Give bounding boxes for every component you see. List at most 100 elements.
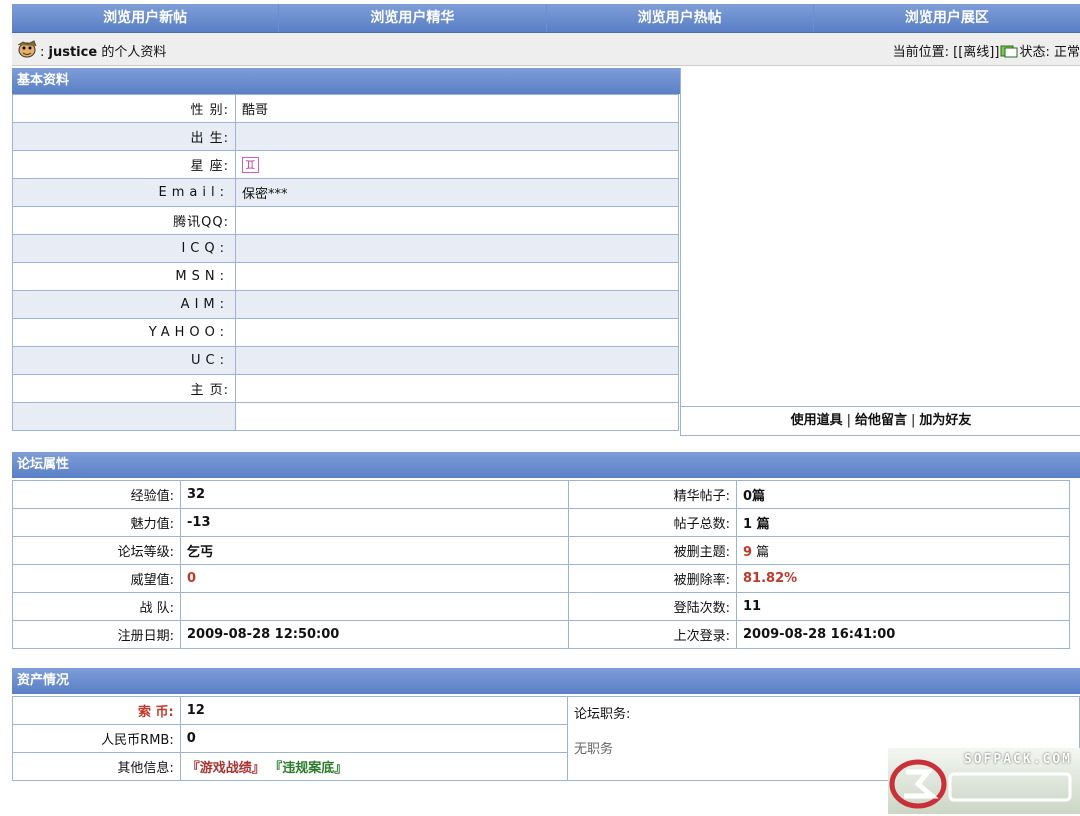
value-uc xyxy=(235,346,679,375)
label-last-login: 上次登录: xyxy=(568,620,737,649)
forum-row: 威望值: 0 被删除率: 81.82% xyxy=(12,564,1070,593)
row-blank xyxy=(12,402,679,431)
label-gender: 性 别: xyxy=(12,94,236,123)
watermark-text: SOFPACK.COM xyxy=(963,752,1072,767)
forum-row: 魅力值: -13 帖子总数: 1 篇 xyxy=(12,508,1070,537)
value-deletion-rate: 81.82% xyxy=(736,564,1070,593)
leave-message-link[interactable]: 给他留言 xyxy=(855,413,907,428)
label-deleted-topics: 被删主题: xyxy=(568,536,737,565)
label-team: 战 队: xyxy=(12,592,181,621)
label-deletion-rate: 被删除率: xyxy=(568,564,737,593)
gemini-icon: ♊ xyxy=(242,156,259,173)
avatar-panel xyxy=(680,68,1080,406)
label-zodiac: 星 座: xyxy=(12,150,236,179)
status-value: 正常 xyxy=(1053,45,1080,60)
status-icon xyxy=(1000,45,1018,58)
assets-title: 资产情况 xyxy=(12,668,1080,694)
use-item-link[interactable]: 使用道具 xyxy=(791,413,843,428)
label-other-info: 其他信息: xyxy=(12,752,181,781)
location-label: 当前位置: xyxy=(892,45,950,60)
label-yahoo: YAHOO: xyxy=(12,318,236,347)
add-friend-link[interactable]: 加为好友 xyxy=(919,413,971,428)
row-email: Email: 保密*** xyxy=(12,178,679,207)
row-icq: ICQ: xyxy=(12,234,679,263)
user-avatar-icon xyxy=(17,40,37,58)
value-icq xyxy=(235,234,679,263)
label-msn: MSN: xyxy=(12,262,236,291)
value-experience: 32 xyxy=(180,480,569,509)
label-forum-duty: 论坛职务: xyxy=(574,707,631,722)
value-qq xyxy=(235,206,679,235)
value-team xyxy=(180,592,569,621)
row-aim: AIM: xyxy=(12,290,679,319)
label-homepage: 主 页: xyxy=(12,374,236,403)
profile-title: : justice 的个人资料 xyxy=(40,45,167,60)
value-last-login: 2009-08-28 16:41:00 xyxy=(736,620,1070,649)
row-yahoo: YAHOO: xyxy=(12,318,679,347)
value-elite-posts: 0篇 xyxy=(736,480,1070,509)
top-nav: 浏览用户新帖 浏览用户精华 浏览用户热帖 浏览用户展区 xyxy=(12,4,1080,33)
value-forum-level: 乞丐 xyxy=(180,536,569,565)
row-gender: 性 别: 酷哥 xyxy=(12,94,679,123)
label-qq: 腾讯QQ: xyxy=(12,206,236,235)
profile-actions: 使用道具 | 给他留言 | 加为好友 xyxy=(680,406,1080,436)
row-msn: MSN: xyxy=(12,262,679,291)
value-msn xyxy=(235,262,679,291)
forum-row: 论坛等级: 乞丐 被删主题: 9 篇 xyxy=(12,536,1070,565)
label-email: Email: xyxy=(12,178,236,207)
label-charm: 魅力值: xyxy=(12,508,181,537)
label-forum-level: 论坛等级: xyxy=(12,536,181,565)
forum-attributes-title: 论坛属性 xyxy=(12,452,1080,478)
value-homepage xyxy=(235,374,679,403)
label-login-count: 登陆次数: xyxy=(568,592,737,621)
row-uc: UC: xyxy=(12,346,679,375)
value-gender: 酷哥 xyxy=(235,94,679,123)
basic-info-title: 基本资料 xyxy=(12,68,680,94)
label-total-posts: 帖子总数: xyxy=(568,508,737,537)
value-prestige: 0 xyxy=(180,564,569,593)
basic-info-table: 性 别: 酷哥 出 生: 星 座: ♊ Email: 保密*** 腾讯QQ: ICQ:… xyxy=(12,94,679,431)
row-birth: 出 生: xyxy=(12,122,679,151)
label-rmb: 人民币RMB: xyxy=(12,724,181,753)
value-deleted-topics: 9 篇 xyxy=(736,536,1070,565)
online-state: [[离线]] xyxy=(953,45,1000,60)
value-rmb: 0 xyxy=(179,724,569,753)
label-uc: UC: xyxy=(12,346,236,375)
nav-new-posts[interactable]: 浏览用户新帖 xyxy=(12,4,280,32)
row-zodiac: 星 座: ♊ xyxy=(12,150,679,179)
nav-gallery[interactable]: 浏览用户展区 xyxy=(814,4,1080,32)
value-login-count: 11 xyxy=(736,592,1070,621)
value-birth xyxy=(235,122,679,151)
row-qq: 腾讯QQ: xyxy=(12,206,679,235)
value-charm: -13 xyxy=(180,508,569,537)
asset-row-coin: 索 币: 12 论坛职务: 无职务 xyxy=(12,696,1080,781)
value-coin: 12 xyxy=(179,696,569,725)
value-register-date: 2009-08-28 12:50:00 xyxy=(180,620,569,649)
username[interactable]: justice xyxy=(49,45,98,60)
violation-record-link[interactable]: 『违规案底』 xyxy=(269,761,347,776)
game-record-link[interactable]: 『游戏战绩』 xyxy=(187,761,265,776)
label-register-date: 注册日期: xyxy=(12,620,181,649)
value-yahoo xyxy=(235,318,679,347)
profile-title-suffix: 的个人资料 xyxy=(101,45,167,60)
status-label: 状态: xyxy=(1019,45,1050,60)
label-aim: AIM: xyxy=(12,290,236,319)
sofpack-watermark: SOFPACK.COM xyxy=(888,748,1080,814)
label-elite-posts: 精华帖子: xyxy=(568,480,737,509)
location-status: 当前位置: [[离线]] 状态: 正常 xyxy=(893,41,1080,60)
label-icq: ICQ: xyxy=(12,234,236,263)
value-total-posts: 1 篇 xyxy=(736,508,1070,537)
nav-elite-posts[interactable]: 浏览用户精华 xyxy=(279,4,547,32)
label-birth: 出 生: xyxy=(12,122,236,151)
profile-bar: : justice 的个人资料 当前位置: [[离线]] 状态: 正常 xyxy=(12,33,1080,66)
nav-hot-posts[interactable]: 浏览用户热帖 xyxy=(547,4,814,32)
forum-attributes-table: 经验值: 32 精华帖子: 0篇 魅力值: -13 帖子总数: 1 篇 论坛等级: 乞丐 被删主… xyxy=(12,480,1070,649)
value-email: 保密*** xyxy=(235,178,679,207)
row-homepage: 主 页: xyxy=(12,374,679,403)
value-aim xyxy=(235,290,679,319)
label-coin: 索 币: xyxy=(138,705,174,720)
forum-row: 注册日期: 2009-08-28 12:50:00 上次登录: 2009-08-28 … xyxy=(12,620,1070,649)
label-prestige: 威望值: xyxy=(12,564,181,593)
label-experience: 经验值: xyxy=(12,480,181,509)
forum-row: 战 队: 登陆次数: 11 xyxy=(12,592,1070,621)
